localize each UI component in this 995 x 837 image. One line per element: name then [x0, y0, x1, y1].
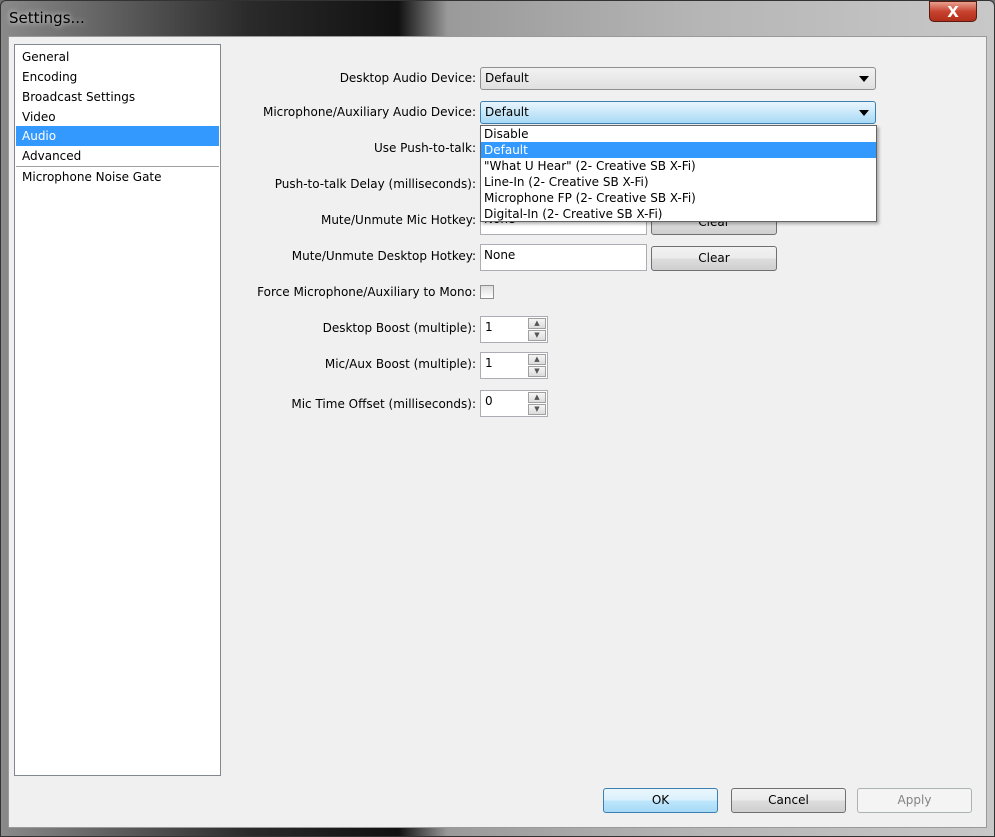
force-mono-checkbox[interactable]: [480, 285, 494, 299]
sidebar-item-video[interactable]: Video: [16, 107, 219, 127]
push-to-talk-label: Use Push-to-talk:: [373, 141, 476, 155]
sidebar-item-general[interactable]: General: [16, 47, 219, 67]
dropdown-option[interactable]: Microphone FP (2- Creative SB X-Fi): [481, 190, 876, 206]
mic-device-select[interactable]: Default: [480, 101, 876, 124]
settings-category-list: General Encoding Broadcast Settings Vide…: [14, 44, 221, 776]
dropdown-option[interactable]: "What U Hear" (2- Creative SB X-Fi): [481, 158, 876, 174]
dropdown-option[interactable]: Disable: [481, 126, 876, 142]
apply-button[interactable]: Apply: [857, 788, 972, 813]
dropdown-option[interactable]: Default: [481, 142, 876, 158]
desktop-boost-value: 1: [485, 320, 493, 334]
mute-desktop-hotkey-label: Mute/Unmute Desktop Hotkey:: [291, 249, 476, 263]
sidebar-item-audio[interactable]: Audio: [16, 126, 219, 146]
close-button[interactable]: X: [929, 1, 977, 22]
mic-offset-value: 0: [485, 394, 493, 408]
spin-up-icon[interactable]: ▲: [528, 354, 546, 365]
chevron-down-icon: [859, 110, 869, 116]
mic-boost-value: 1: [485, 356, 493, 370]
cancel-button[interactable]: Cancel: [731, 788, 846, 813]
mic-device-dropdown: Disable Default "What U Hear" (2- Creati…: [480, 125, 877, 222]
desktop-audio-device-value: Default: [485, 71, 529, 85]
desktop-audio-device-label: Desktop Audio Device:: [339, 71, 476, 85]
dropdown-option[interactable]: Line-In (2- Creative SB X-Fi): [481, 174, 876, 190]
desktop-boost-spinner[interactable]: 1 ▲ ▼: [480, 316, 548, 343]
sidebar-item-microphone-noise-gate[interactable]: Microphone Noise Gate: [16, 167, 219, 187]
window-title: Settings...: [9, 9, 85, 27]
ptt-delay-label: Push-to-talk Delay (milliseconds):: [274, 177, 476, 191]
clear-desktop-hotkey-button[interactable]: Clear: [651, 246, 777, 271]
mic-boost-spinner[interactable]: 1 ▲ ▼: [480, 352, 548, 379]
mic-boost-label: Mic/Aux Boost (multiple):: [324, 357, 476, 371]
mute-mic-hotkey-label: Mute/Unmute Mic Hotkey:: [320, 213, 476, 227]
force-mono-label: Force Microphone/Auxiliary to Mono:: [257, 285, 476, 299]
ok-button[interactable]: OK: [603, 788, 718, 813]
desktop-boost-label: Desktop Boost (multiple):: [322, 321, 476, 335]
mute-desktop-hotkey-input[interactable]: None: [480, 244, 647, 271]
spin-down-icon[interactable]: ▼: [528, 366, 546, 377]
mic-offset-spinner[interactable]: 0 ▲ ▼: [480, 390, 548, 417]
sidebar-item-advanced[interactable]: Advanced: [16, 146, 219, 166]
chevron-down-icon: [859, 76, 869, 82]
spin-up-icon[interactable]: ▲: [528, 392, 546, 403]
sidebar-item-encoding[interactable]: Encoding: [16, 67, 219, 87]
mic-device-value: Default: [485, 105, 529, 119]
desktop-audio-device-select[interactable]: Default: [480, 67, 876, 90]
spin-up-icon[interactable]: ▲: [528, 318, 546, 329]
sidebar-item-broadcast-settings[interactable]: Broadcast Settings: [16, 87, 219, 107]
mic-offset-label: Mic Time Offset (milliseconds):: [291, 397, 476, 411]
dropdown-option[interactable]: Digital-In (2- Creative SB X-Fi): [481, 206, 876, 222]
spin-down-icon[interactable]: ▼: [528, 404, 546, 415]
spin-down-icon[interactable]: ▼: [528, 330, 546, 341]
mic-device-label: Microphone/Auxiliary Audio Device:: [262, 105, 476, 119]
